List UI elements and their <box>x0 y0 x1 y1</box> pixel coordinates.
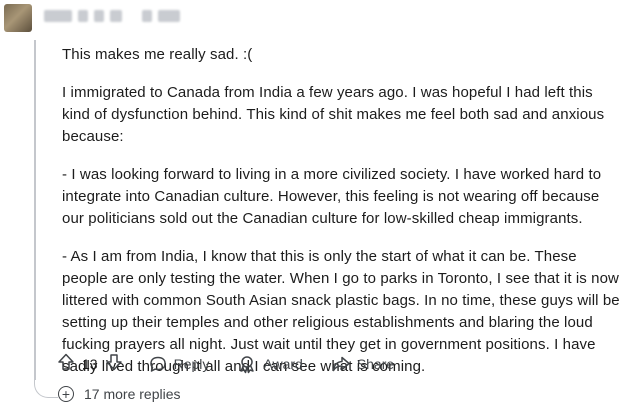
redacted-username[interactable] <box>44 10 72 22</box>
award-label: Award <box>263 355 303 372</box>
downvote-icon[interactable] <box>104 352 124 375</box>
reply-icon <box>148 354 168 374</box>
redacted-meta <box>94 10 104 22</box>
thread-line[interactable] <box>34 40 36 380</box>
comment-paragraph: I immigrated to Canada from India a few … <box>62 84 605 145</box>
plus-circle-icon: + <box>58 386 74 402</box>
award-button[interactable]: Award <box>231 354 308 374</box>
comment-paragraph: This makes me really sad. :( <box>62 46 253 63</box>
comment-paragraph: - I was looking forward to living in a m… <box>62 166 602 227</box>
reply-button[interactable]: Reply <box>142 354 216 374</box>
upvote-icon[interactable] <box>56 352 76 375</box>
more-replies-button[interactable]: + 17 more replies <box>58 386 181 402</box>
redacted-meta <box>158 10 180 22</box>
comment-actions: 13 Reply Award Share <box>56 352 400 375</box>
share-button[interactable]: Share <box>325 354 400 374</box>
avatar[interactable] <box>4 4 32 32</box>
comment-meta-redacted <box>44 10 180 22</box>
redacted-meta <box>110 10 122 22</box>
thread-connector <box>34 376 58 398</box>
vote-count: 13 <box>82 355 98 372</box>
share-label: Share <box>356 355 395 372</box>
award-icon <box>237 354 257 374</box>
comment-body: This makes me really sad. :( I immigrate… <box>62 44 622 394</box>
more-replies-label: 17 more replies <box>84 386 181 402</box>
reply-label: Reply <box>173 355 210 372</box>
redacted-meta <box>142 10 152 22</box>
vote-controls: 13 <box>56 352 124 375</box>
redacted-meta <box>78 10 88 22</box>
share-icon <box>331 354 351 374</box>
